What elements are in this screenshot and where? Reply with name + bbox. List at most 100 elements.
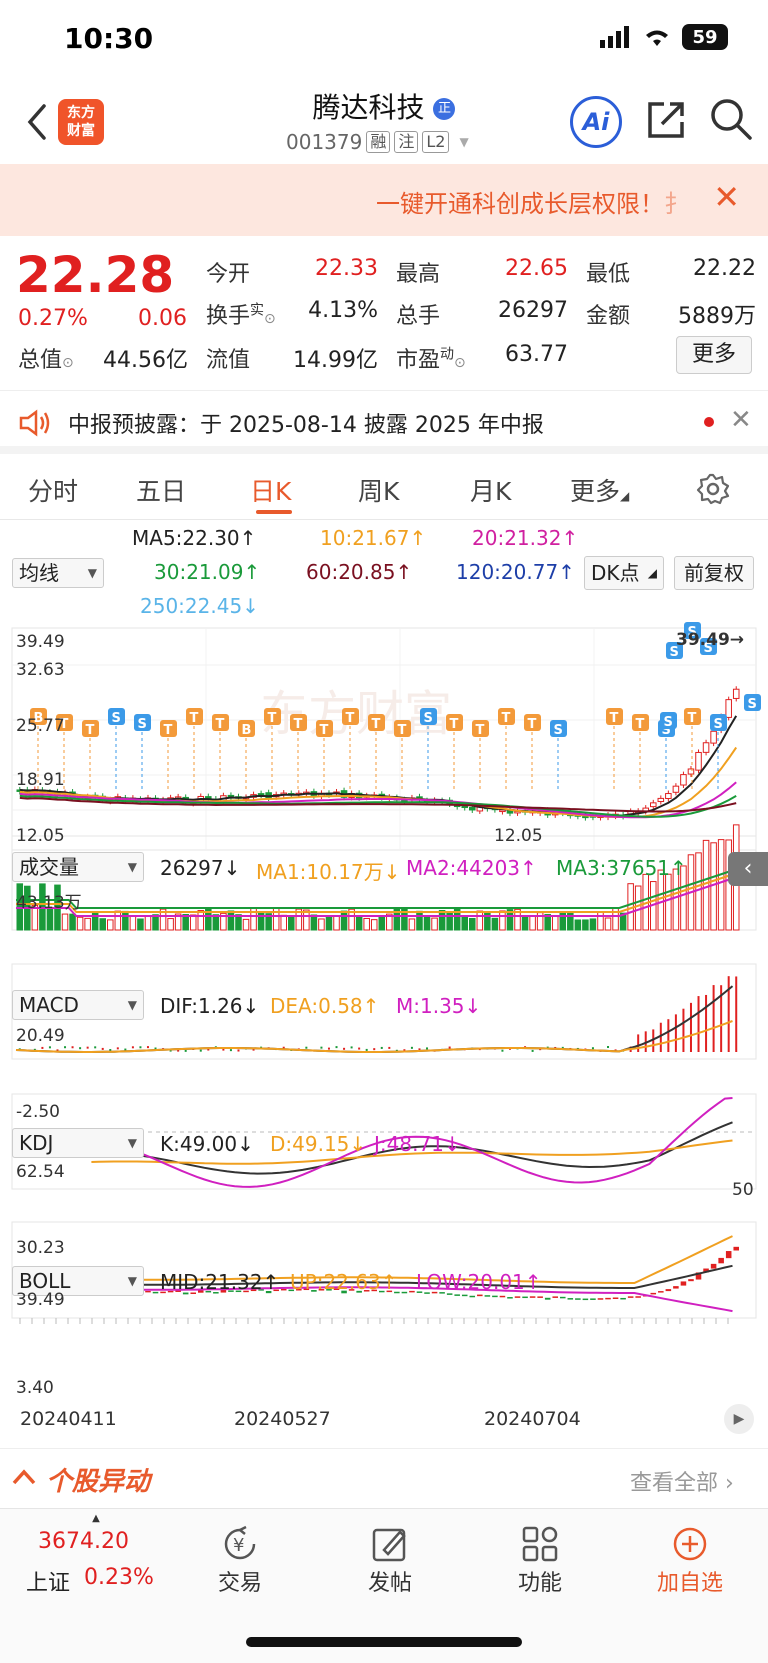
amount-label: 金额 bbox=[586, 304, 631, 329]
candle-body bbox=[710, 730, 717, 744]
signal-badge-text: S bbox=[714, 717, 723, 732]
tab-five-day[interactable]: 五日 bbox=[136, 472, 186, 508]
macd-bar bbox=[305, 1046, 308, 1049]
pe-value: 63.77 bbox=[505, 342, 568, 367]
tab-more[interactable]: 更多◢ bbox=[570, 472, 629, 508]
scroll-right-icon[interactable]: ▶ bbox=[724, 1404, 754, 1434]
macd-bar bbox=[237, 1049, 240, 1052]
boll-candle bbox=[658, 1291, 664, 1293]
boll-candle bbox=[454, 1294, 460, 1296]
search-icon[interactable] bbox=[708, 96, 754, 142]
candle-body bbox=[702, 742, 710, 753]
tab-daily-k[interactable]: 日K bbox=[250, 472, 291, 508]
stock-news-title: 个股异动 bbox=[46, 1467, 151, 1497]
volume-bar bbox=[589, 918, 597, 931]
macd-dea-line bbox=[15, 1020, 733, 1053]
mktcap-value: 44.56亿 bbox=[103, 348, 188, 373]
low-label: 最低 bbox=[586, 262, 631, 287]
grid-icon bbox=[522, 1526, 558, 1562]
volume-bar bbox=[717, 839, 725, 931]
macd-bar bbox=[350, 1046, 353, 1049]
boll-candle bbox=[590, 1298, 596, 1300]
macd-bar bbox=[388, 1046, 391, 1049]
macd-bar bbox=[674, 1014, 677, 1052]
indicator-selector-kdj[interactable]: KDJ ▼ bbox=[12, 1128, 144, 1158]
kline-y-bottom: 12.05 bbox=[16, 826, 65, 846]
macd-bar bbox=[116, 1047, 119, 1050]
period-tabs: 分时 五日 日K 周K 月K 更多◢ bbox=[0, 460, 768, 520]
nav-trade[interactable]: ¥ 交易 bbox=[190, 1523, 290, 1597]
notice-unread-dot bbox=[704, 417, 714, 427]
nav-add-watchlist[interactable]: 加自选 bbox=[640, 1523, 740, 1597]
macd-bar bbox=[335, 1046, 338, 1049]
tab-weekly-k[interactable]: 周K bbox=[358, 472, 399, 508]
kline-chart-area[interactable]: 东方财富 BTTSSTTTBTTTTTTSTTTTSTTSTSSSSSS bbox=[0, 620, 768, 1420]
macd-bar bbox=[64, 1046, 67, 1049]
macd-bar bbox=[682, 1008, 685, 1052]
volume-ma3: MA3:37651↑ bbox=[556, 856, 687, 880]
date-label-2: 20240527 bbox=[234, 1408, 331, 1430]
nav-functions[interactable]: 功能 bbox=[490, 1523, 590, 1597]
home-indicator bbox=[246, 1637, 522, 1647]
signal-badge-text: T bbox=[346, 711, 355, 726]
float-label: 流值 bbox=[206, 348, 251, 373]
collapse-panel-icon[interactable]: ‹ bbox=[728, 852, 768, 886]
signal-badge-text: S bbox=[664, 715, 673, 730]
macd-y-top: 20.49 bbox=[16, 1026, 65, 1046]
volume-bar bbox=[212, 914, 220, 931]
volume-bar bbox=[597, 911, 604, 931]
promo-text: 一键开通科创成长层权限！扌 bbox=[376, 190, 688, 218]
tag-margin: 融 bbox=[366, 131, 391, 153]
index-value[interactable]: 3674.20 bbox=[38, 1529, 129, 1554]
share-icon[interactable] bbox=[644, 98, 688, 142]
signal-badge-text: S bbox=[748, 697, 757, 712]
volume-bar bbox=[370, 919, 378, 931]
stock-news-bar[interactable]: 个股异动 查看全部 › bbox=[0, 1448, 768, 1508]
candle-body bbox=[665, 793, 672, 799]
volume-bar bbox=[665, 873, 672, 931]
volume-bar bbox=[702, 839, 710, 931]
dk-point-button[interactable]: DK点 ◢ bbox=[584, 556, 664, 590]
nav-post[interactable]: 发帖 bbox=[340, 1523, 440, 1597]
more-button[interactable]: 更多 bbox=[676, 336, 752, 374]
macd-bar bbox=[199, 1049, 202, 1052]
boll-candle bbox=[152, 1291, 159, 1294]
notice-close-icon[interactable]: ✕ bbox=[730, 405, 752, 435]
stock-code-row[interactable]: 001379 融 注 L2 ▼ bbox=[286, 130, 469, 154]
promo-banner[interactable]: 一键开通科创成长层权限！扌 ✕ bbox=[0, 164, 768, 236]
macd-bar bbox=[327, 1047, 330, 1050]
ma10-line bbox=[19, 746, 738, 818]
indicator-selector-macd[interactable]: MACD ▼ bbox=[12, 990, 144, 1020]
macd-bar bbox=[705, 994, 708, 1052]
view-all-link[interactable]: 查看全部 › bbox=[630, 1465, 734, 1497]
volume-bar bbox=[69, 913, 76, 931]
date-label-3: 20240704 bbox=[484, 1408, 581, 1430]
signal-badge-text: T bbox=[502, 711, 511, 726]
ma120-value: 120:20.77↑ bbox=[456, 560, 575, 584]
turnover-label: 换手实⊙ bbox=[206, 302, 276, 329]
volume-ma1: MA1:10.17万↓ bbox=[256, 860, 401, 884]
boll-candle bbox=[507, 1297, 513, 1299]
ai-button[interactable]: Ai bbox=[570, 96, 622, 148]
tab-monthly-k[interactable]: 月K bbox=[470, 472, 511, 508]
boll-candle bbox=[567, 1298, 574, 1300]
boll-candle bbox=[484, 1295, 491, 1297]
settings-gear-icon[interactable] bbox=[696, 472, 730, 506]
volume-bar bbox=[107, 919, 114, 931]
boll-candle bbox=[733, 1246, 739, 1251]
candle-body bbox=[499, 809, 506, 813]
tag-registration: 注 bbox=[394, 131, 419, 153]
indicator-selector-volume[interactable]: 成交量 ▼ bbox=[12, 852, 144, 882]
forward-adjust-button[interactable]: 前复权 bbox=[674, 556, 754, 590]
ma60-value: 60:20.85↑ bbox=[306, 560, 413, 584]
indicator-selector-ma[interactable]: 均线 ▼ bbox=[12, 558, 104, 588]
change-pct: 0.27% bbox=[18, 306, 88, 331]
volume-ma2: MA2:44203↑ bbox=[406, 856, 537, 880]
tab-intraday[interactable]: 分时 bbox=[28, 472, 78, 508]
volume-bar bbox=[476, 910, 484, 931]
volume-bar bbox=[363, 917, 370, 931]
macd-bar bbox=[48, 1046, 51, 1049]
promo-close-icon[interactable]: ✕ bbox=[713, 178, 740, 216]
notice-bar[interactable]: 中报预披露：于 2025-08-14 披露 2025 年中报 ✕ bbox=[0, 390, 768, 454]
volume-bar bbox=[257, 911, 265, 931]
